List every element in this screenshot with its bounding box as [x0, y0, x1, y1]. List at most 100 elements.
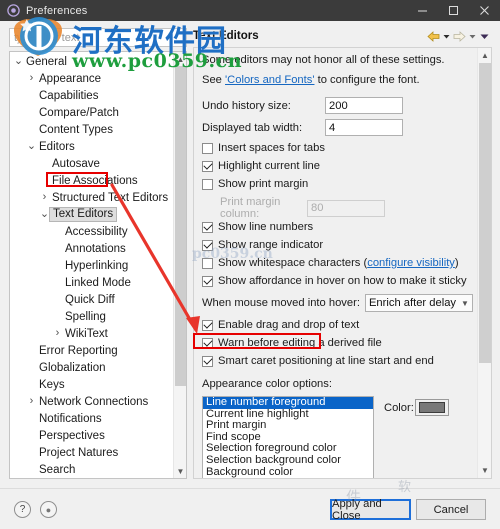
scroll-down-icon[interactable]: ▼ [478, 464, 491, 477]
content-scrollbar[interactable]: ▲ ▼ [477, 48, 491, 478]
checkbox-insert-spaces-for-tabs[interactable]: Insert spaces for tabs [202, 142, 325, 154]
checkbox-icon[interactable] [202, 319, 213, 331]
tree-item-annotations[interactable]: Annotations [10, 240, 175, 257]
checkbox-icon[interactable] [202, 160, 213, 172]
configure-visibility-link[interactable]: configure visibility [367, 257, 455, 269]
colors-and-fonts-line: See 'Colors and Fonts' to configure the … [202, 74, 420, 86]
appearance-color-options-list[interactable]: Line number foreground Current line highl… [202, 396, 374, 479]
tree-item-perspectives[interactable]: Perspectives [10, 427, 175, 444]
tree-item-spelling[interactable]: Spelling [10, 308, 175, 325]
content-header: Text Editors [193, 26, 493, 46]
tree-scrollbar[interactable]: ▲ ▼ [173, 52, 186, 478]
twisty-collapsed-icon[interactable]: › [38, 192, 51, 203]
close-button[interactable] [469, 0, 500, 21]
checkbox-show-print-margin[interactable]: Show print margin [202, 178, 308, 190]
window-title: Preferences [26, 4, 88, 17]
checkbox-show-line-numbers[interactable]: Show line numbers [202, 221, 313, 233]
minimize-button[interactable] [407, 0, 438, 21]
view-menu-chevron-down-icon[interactable] [479, 32, 490, 41]
tree-item-structured-text-editors[interactable]: › Structured Text Editors [10, 189, 175, 206]
checkbox-icon[interactable] [202, 221, 213, 233]
color-swatch-button[interactable] [415, 399, 449, 416]
back-arrow-icon[interactable] [427, 30, 440, 42]
scroll-up-icon[interactable]: ▲ [478, 49, 491, 62]
twisty-collapsed-icon[interactable]: › [51, 328, 64, 339]
twisty-collapsed-icon[interactable]: › [25, 396, 38, 407]
checkbox-label: Enable drag and drop of text [218, 319, 360, 331]
tree-item-capabilities[interactable]: Capabilities [10, 87, 175, 104]
checkbox-icon[interactable] [202, 337, 213, 349]
tree-item-network-connections[interactable]: › Network Connections [10, 393, 175, 410]
checkbox-enable-drag-and-drop[interactable]: Enable drag and drop of text [202, 319, 359, 331]
twisty-expanded-icon[interactable]: ⌄ [12, 56, 25, 67]
back-menu-chevron-down-icon[interactable] [442, 32, 451, 41]
checkbox-show-range-indicator[interactable]: Show range indicator [202, 239, 323, 251]
color-option-item[interactable]: Foreground color [206, 478, 291, 479]
preferences-tree[interactable]: ⌄ General › Appearance Capabilities Compare/P… [9, 51, 187, 479]
color-option-item[interactable]: Selection background color [203, 454, 373, 467]
tree-item-globalization[interactable]: Globalization [10, 359, 175, 376]
checkbox-icon[interactable] [202, 257, 213, 269]
tree-item-appearance[interactable]: › Appearance [10, 70, 175, 87]
tree-item-accessibility[interactable]: Accessibility [10, 223, 175, 240]
twisty-expanded-icon[interactable]: ⌄ [25, 141, 38, 152]
tree-item-general[interactable]: ⌄ General [10, 53, 175, 70]
checkbox-highlight-current-line[interactable]: Highlight current line [202, 160, 320, 172]
checkbox-show-affordance-in-hover[interactable]: Show affordance in hover on how to make … [202, 275, 467, 287]
tree-item-file-associations[interactable]: File Associations [10, 172, 175, 189]
color-option-item[interactable]: Line number foreground [203, 397, 373, 409]
tree-item-compare-patch[interactable]: Compare/Patch [10, 104, 175, 121]
settings-form: Some editors may not honor all of these … [194, 48, 477, 478]
tree-item-label: Project Natures [39, 446, 119, 459]
help-button[interactable]: ? [14, 501, 31, 518]
tree-item-label: Capabilities [39, 89, 99, 102]
checkbox-label: Highlight current line [218, 160, 320, 172]
checkbox-show-whitespace-characters[interactable]: Show whitespace characters (configure vi… [202, 257, 459, 269]
tree-item-project-natures[interactable]: Project Natures [10, 444, 175, 461]
tree-item-quick-diff[interactable]: Quick Diff [10, 291, 175, 308]
tree-item-security[interactable]: ›Security [10, 478, 175, 479]
tree-item-text-editors[interactable]: ⌄ Text Editors [10, 206, 175, 223]
tree-item-linked-mode[interactable]: Linked Mode [10, 274, 175, 291]
tree-item-content-types[interactable]: Content Types [10, 121, 175, 138]
tab-width-input[interactable]: 4 [325, 119, 403, 136]
content-scroll-thumb[interactable] [479, 63, 491, 363]
twisty-collapsed-icon[interactable]: › [25, 73, 38, 84]
scroll-up-icon[interactable]: ▲ [174, 53, 186, 65]
forward-menu-chevron-down-icon[interactable] [468, 32, 477, 41]
checkbox-icon[interactable] [202, 355, 213, 367]
cancel-button[interactable]: Cancel [416, 499, 486, 520]
checkbox-icon[interactable] [202, 239, 213, 251]
title-bar: Preferences [0, 0, 500, 21]
tree-scroll-thumb[interactable] [175, 66, 186, 386]
tree-item-label: Globalization [39, 361, 106, 374]
hover-mode-select[interactable]: Enrich after delay ▼ [364, 294, 473, 312]
undo-history-input[interactable]: 200 [325, 97, 403, 114]
tree-item-autosave[interactable]: Autosave [10, 155, 175, 172]
tree-item-label: Keys [39, 378, 65, 391]
scroll-down-icon[interactable]: ▼ [174, 465, 186, 477]
tree-item-label: Accessibility [65, 225, 128, 238]
tree-item-keys[interactable]: Keys [10, 376, 175, 393]
tree-item-editors[interactable]: ⌄ Editors [10, 138, 175, 155]
checkbox-icon[interactable] [202, 142, 213, 154]
tree-item-error-reporting[interactable]: Error Reporting [10, 342, 175, 359]
filter-input[interactable]: type filter text [9, 28, 187, 47]
forward-arrow-icon[interactable] [453, 30, 466, 42]
tree-item-notifications[interactable]: Notifications [10, 410, 175, 427]
checkbox-label: Warn before editing a derived file [218, 337, 382, 349]
tree-item-wikitext[interactable]: › WikiText [10, 325, 175, 342]
colors-and-fonts-link[interactable]: 'Colors and Fonts' [225, 74, 314, 86]
checkbox-warn-before-editing-derived[interactable]: Warn before editing a derived file [202, 337, 382, 349]
tree-item-hyperlinking[interactable]: Hyperlinking [10, 257, 175, 274]
hover-mode-row: When mouse moved into hover: Enrich afte… [202, 294, 473, 312]
checkbox-icon[interactable] [202, 275, 213, 287]
undo-history-label: Undo history size: [202, 99, 291, 112]
tree-item-search[interactable]: Search [10, 461, 175, 478]
maximize-button[interactable] [438, 0, 469, 21]
apply-and-close-button[interactable]: Apply and Close [330, 498, 411, 522]
restore-defaults-button[interactable]: ● [40, 501, 57, 518]
checkbox-smart-caret-positioning[interactable]: Smart caret positioning at line start an… [202, 355, 434, 367]
tab-width-label: Displayed tab width: [202, 121, 303, 134]
checkbox-icon[interactable] [202, 178, 213, 190]
